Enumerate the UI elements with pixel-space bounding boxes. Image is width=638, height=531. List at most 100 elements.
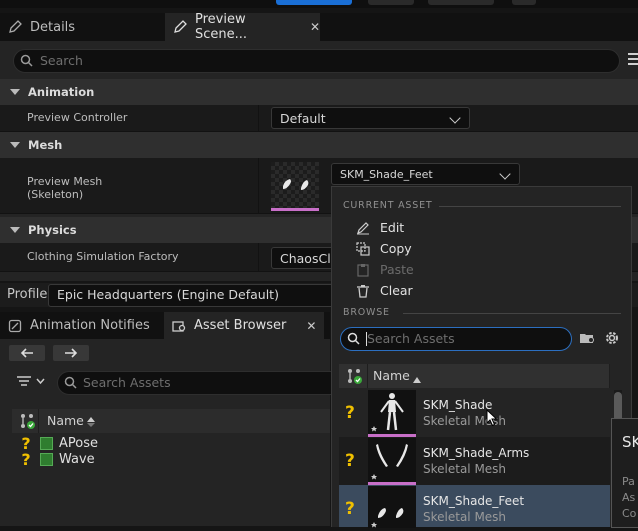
property-label: Preview Mesh: [27, 175, 103, 188]
section-header: BROWSE: [343, 307, 621, 318]
settings-gear-icon[interactable]: [604, 330, 620, 349]
feet-mesh-icon: [371, 508, 404, 528]
property-row-preview-controller: Preview Controller Default: [0, 105, 638, 132]
category-label: Animation: [28, 85, 95, 99]
asset-search-input[interactable]: Search Assets: [57, 371, 331, 395]
close-icon[interactable]: ✕: [310, 20, 320, 34]
tab-details-label: Details: [30, 19, 76, 35]
tooltip-title: SK: [622, 433, 638, 451]
arms-mesh-icon: [371, 444, 408, 480]
details-search-input[interactable]: Search: [13, 49, 620, 73]
combo-value: Epic Headquarters (Engine Default): [57, 287, 279, 302]
tab-label: Asset Browser: [194, 318, 287, 333]
skeletal-mesh-thumbnail: [368, 390, 416, 437]
hamburger-menu-icon[interactable]: [628, 53, 638, 67]
toolbar-button[interactable]: [512, 0, 536, 5]
tab-details[interactable]: Details: [0, 13, 160, 41]
notify-icon: [8, 319, 22, 333]
search-placeholder: Search Assets: [83, 375, 171, 390]
paste-icon: [356, 263, 370, 277]
category-label: Physics: [28, 223, 77, 237]
profile-combo[interactable]: Epic Headquarters (Engine Default): [48, 284, 350, 307]
chevron-down-icon: [499, 168, 511, 180]
mouse-cursor-icon: [486, 408, 498, 430]
asset-row-selected[interactable]: ? SKM_Shade_Feet Skeletal Mesh: [339, 485, 610, 528]
filter-icon[interactable]: [17, 376, 45, 391]
asset-name: SKM_Shade_Arms: [423, 446, 530, 460]
asset-list-header: Name: [12, 409, 330, 433]
section-header: CURRENT ASSET: [343, 200, 621, 211]
sort-ascending-icon[interactable]: [413, 372, 421, 386]
tooltip-line: As: [622, 491, 636, 504]
arrow-right-icon: [65, 348, 78, 358]
sort-ascending-icon[interactable]: [87, 416, 95, 430]
skeletal-mesh-thumbnail: [368, 438, 416, 485]
tab-animation-notifies[interactable]: Animation Notifies: [0, 312, 162, 339]
tab-label: Animation Notifies: [30, 318, 150, 333]
menu-item-copy[interactable]: Copy: [356, 241, 412, 256]
section-header-label: BROWSE: [343, 307, 390, 318]
category-mesh[interactable]: Mesh: [0, 132, 638, 158]
profile-label: Profile: [7, 287, 48, 302]
combo-value: Default: [280, 111, 326, 126]
menu-item-label: Edit: [380, 220, 405, 235]
source-control-icon[interactable]: [346, 368, 362, 387]
preview-controller-combo[interactable]: Default: [271, 107, 470, 129]
source-control-icon[interactable]: [19, 413, 35, 432]
list-item[interactable]: ? Wave: [18, 450, 95, 469]
pencil-icon: [173, 20, 187, 34]
section-header-label: CURRENT ASSET: [343, 200, 433, 211]
name-column-header[interactable]: Name: [373, 368, 410, 383]
tab-asset-browser[interactable]: Asset Browser ✕: [164, 312, 324, 339]
property-label: Clothing Simulation Factory: [27, 250, 179, 263]
skeletal-mesh-thumbnail: [368, 486, 416, 528]
asset-picker-search-input[interactable]: Search Assets: [340, 327, 572, 351]
name-column-header[interactable]: Name: [47, 413, 84, 428]
back-button[interactable]: [9, 345, 45, 361]
toolbar-button[interactable]: [368, 0, 414, 5]
chevron-down-icon: [449, 112, 461, 124]
unknown-status-icon: ?: [21, 450, 31, 469]
asset-row[interactable]: ? SKM_Shade_Arms Skeletal Mesh: [339, 437, 610, 485]
asset-picker-list-header: Name: [339, 364, 610, 388]
combo-value: ChaosClo: [280, 251, 339, 266]
menu-item-edit[interactable]: Edit: [356, 220, 404, 235]
arrow-left-icon: [20, 348, 33, 358]
asset-browser-panel: Search Assets Name ? APose ? Wave: [0, 339, 331, 526]
toolbar-primary-button[interactable]: [276, 0, 352, 5]
combo-value: SKM_Shade_Feet: [340, 168, 433, 181]
category-animation[interactable]: Animation: [0, 79, 638, 105]
menu-item-clear[interactable]: Clear: [356, 283, 413, 298]
character-mesh-icon: [371, 393, 404, 432]
trash-icon: [356, 284, 370, 298]
forward-button[interactable]: [53, 345, 89, 361]
preview-mesh-combo[interactable]: SKM_Shade_Feet: [331, 163, 520, 185]
toolbar-button[interactable]: [428, 0, 494, 5]
asset-tooltip: SK Pa As Co: [611, 418, 638, 528]
tooltip-line: Pa: [622, 475, 635, 488]
details-tab-bar: Details Preview Scene... ✕: [0, 12, 638, 42]
menu-item-paste: Paste: [356, 262, 414, 277]
asset-type: Skeletal Mesh: [423, 462, 507, 476]
bottom-tab-bar: Animation Notifies Asset Browser ✕: [0, 312, 330, 339]
list-item-label: Wave: [59, 452, 95, 467]
tab-preview-scene-label: Preview Scene...: [195, 12, 248, 42]
tab-preview-scene[interactable]: Preview Scene... ✕: [165, 12, 320, 42]
search-placeholder: Search: [40, 53, 83, 68]
unknown-status-icon: ?: [345, 451, 355, 471]
pencil-icon: [8, 20, 22, 34]
copy-icon: [356, 241, 370, 256]
asset-row[interactable]: ? SKM_Shade Skeletal Mesh: [339, 389, 610, 437]
collapse-arrow-icon: [10, 142, 20, 148]
folder-search-icon: [172, 319, 186, 333]
feet-mesh-icon: [283, 179, 309, 190]
close-icon[interactable]: ✕: [306, 319, 316, 333]
search-icon: [347, 332, 360, 348]
menu-item-label: Paste: [380, 262, 414, 277]
mesh-thumbnail[interactable]: [271, 162, 319, 211]
search-icon: [20, 54, 33, 70]
animation-sequence-icon: [40, 437, 53, 450]
browse-folder-icon[interactable]: [579, 331, 595, 348]
asset-name: SKM_Shade: [423, 398, 493, 412]
list-item-label: APose: [59, 436, 98, 451]
